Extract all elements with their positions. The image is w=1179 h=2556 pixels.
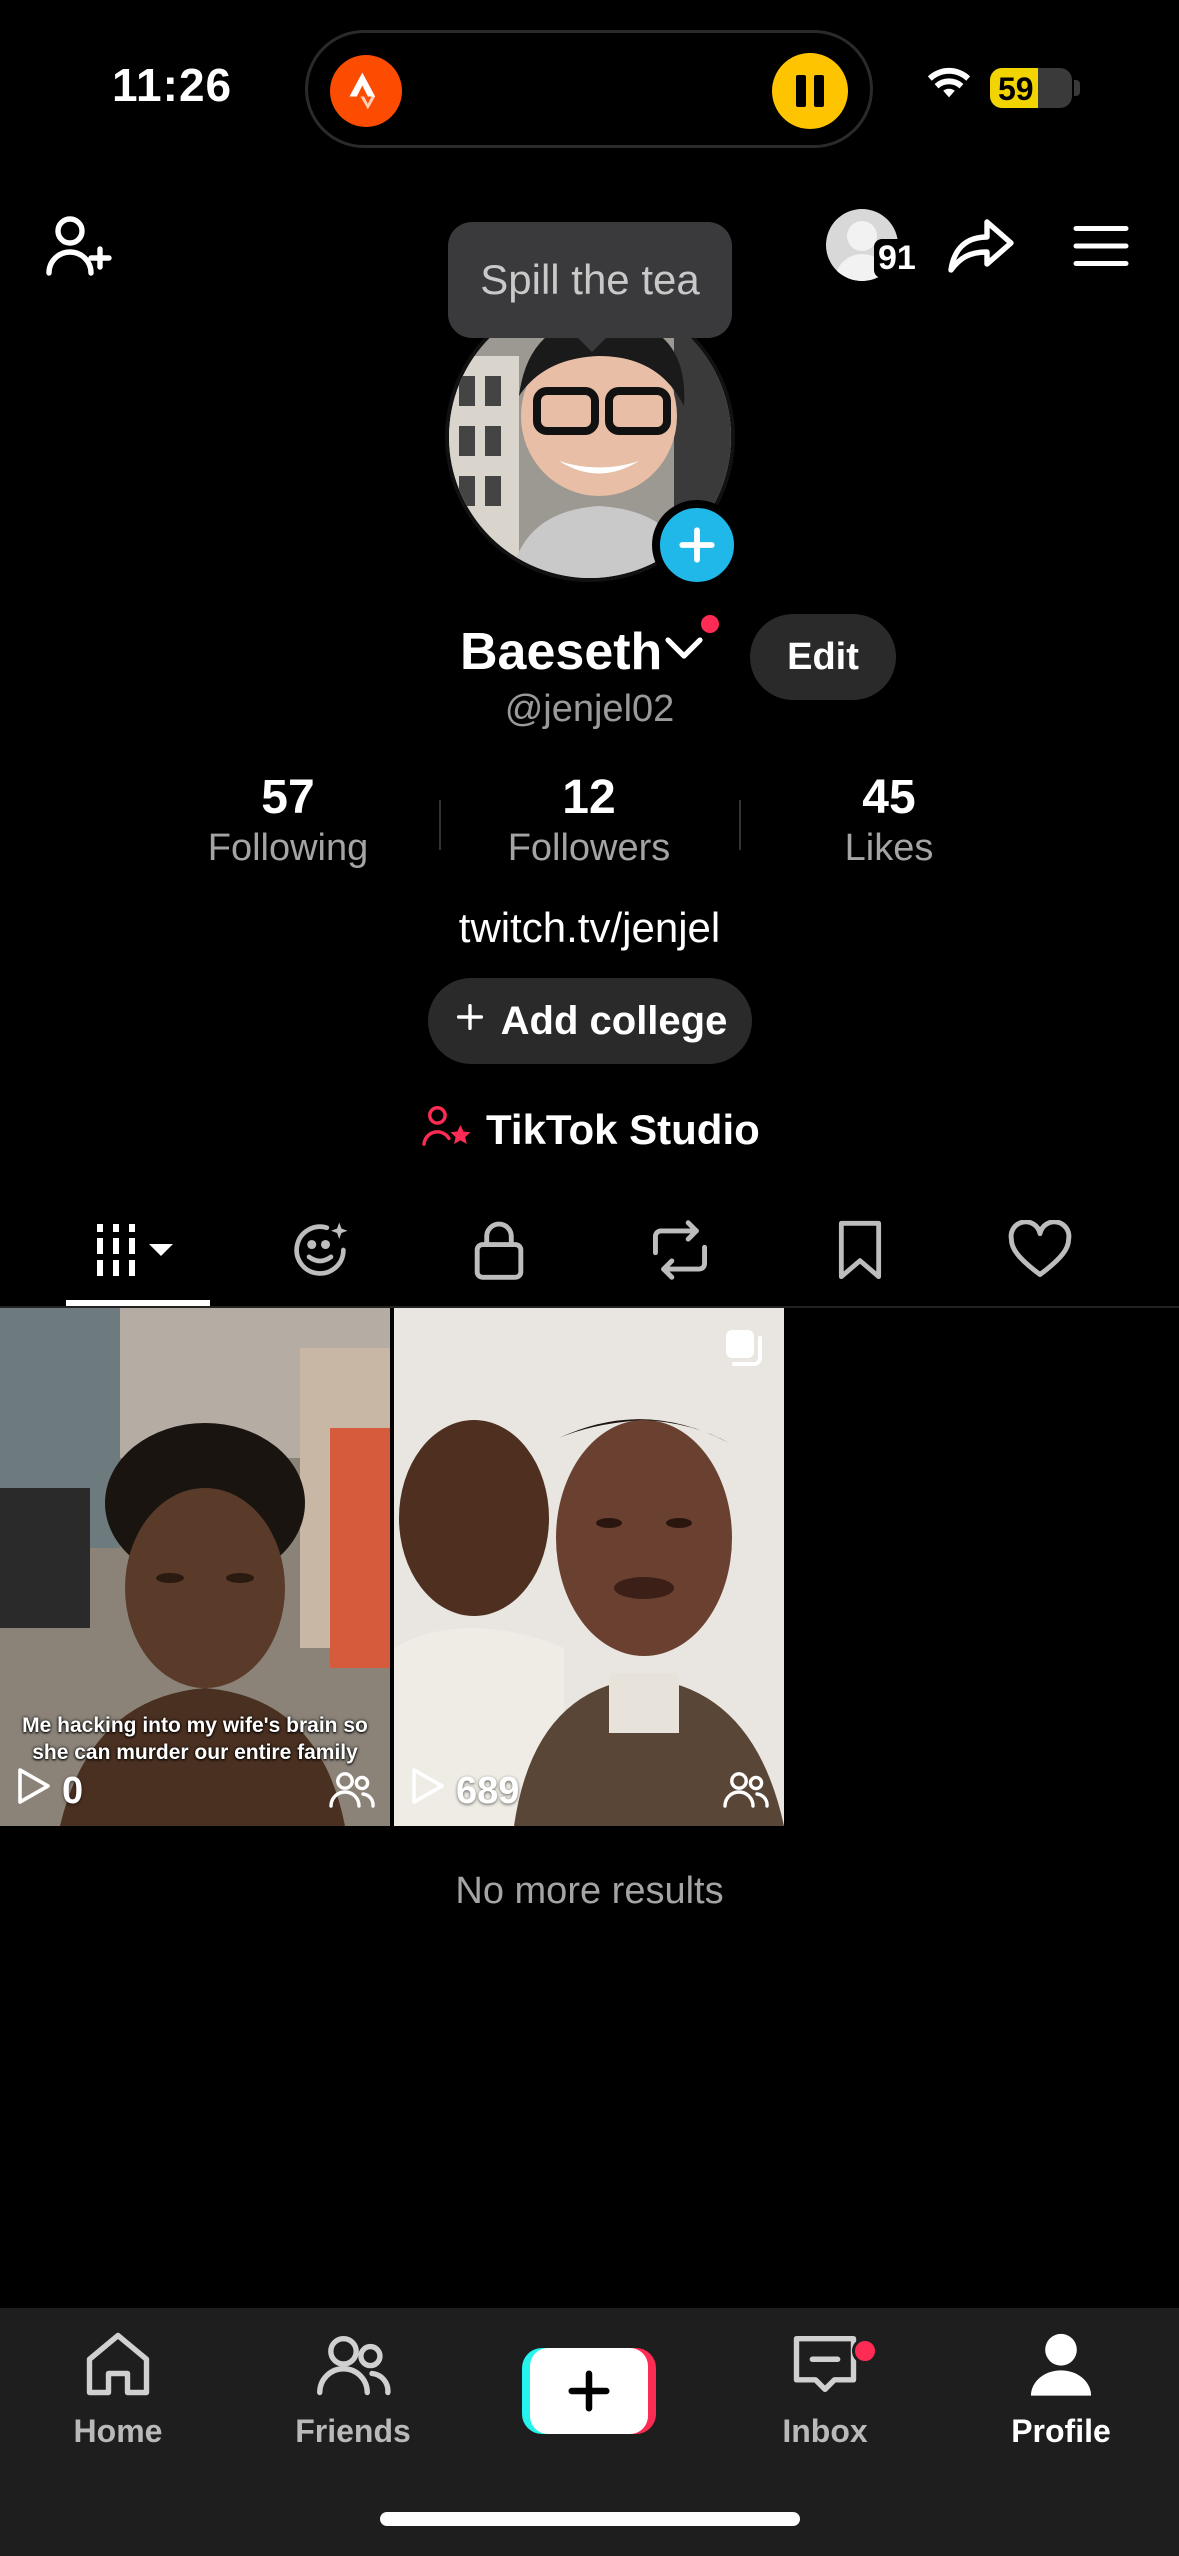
tab-liked[interactable] (950, 1196, 1130, 1308)
profile-handle: @jenjel02 (504, 688, 675, 730)
status-time: 11:26 (112, 59, 233, 111)
stat-value: 45 (862, 771, 916, 824)
profile-stats: 57 Following 12 Followers 45 Likes (0, 770, 1179, 880)
grid-icon (93, 1220, 183, 1285)
video-views: 689 (408, 1766, 519, 1816)
nav-home[interactable]: Home (18, 2326, 218, 2476)
add-college-button[interactable]: Add college (428, 978, 752, 1064)
home-icon (80, 2326, 156, 2407)
nav-label: Home (73, 2413, 163, 2449)
home-indicator[interactable] (380, 2512, 800, 2526)
video-caption: Me hacking into my wife's brain so she c… (22, 1714, 368, 1765)
hamburger-menu-icon[interactable] (1060, 205, 1142, 287)
nav-label: Inbox (782, 2413, 868, 2449)
active-tab-indicator (66, 1300, 210, 1306)
nav-inbox[interactable]: Inbox (725, 2326, 925, 2476)
create-button[interactable] (522, 2348, 656, 2434)
tab-ai-self[interactable] (230, 1196, 410, 1308)
nav-label: Profile (1011, 2413, 1111, 2449)
nav-friends[interactable]: Friends (253, 2326, 453, 2476)
profile-tabs (0, 1196, 1179, 1308)
tab-private[interactable] (409, 1196, 589, 1308)
repost-icon (647, 1219, 713, 1285)
tooltip-bubble[interactable]: Spill the tea (448, 222, 732, 338)
status-bar: 11:26 59 (0, 0, 1179, 175)
heart-icon (1007, 1218, 1073, 1285)
view-count: 0 (62, 1769, 84, 1812)
profile-icon (1023, 2326, 1099, 2407)
stat-followers[interactable]: 12 Followers (459, 770, 719, 870)
lock-icon (469, 1217, 529, 1288)
notification-dot (698, 612, 722, 636)
video-grid: Me hacking into my wife's brain so she c… (0, 1308, 1179, 1828)
bio-link[interactable]: twitch.tv/jenjel (0, 904, 1179, 952)
name-row: Baeseth Edit (0, 612, 1179, 700)
nav-label: Friends (295, 2413, 411, 2449)
profile-username[interactable]: Baeseth (460, 622, 662, 682)
battery-percent: 59 (998, 71, 1034, 107)
play-icon (14, 1766, 52, 1816)
visitors-count: 91 (874, 239, 920, 278)
strava-icon[interactable] (330, 55, 402, 127)
tiktok-studio-link[interactable]: TikTok Studio (420, 1100, 760, 1160)
stat-divider (739, 800, 741, 850)
add-college-label: Add college (500, 998, 728, 1043)
stat-value: 57 (261, 771, 315, 824)
inbox-notification-dot (852, 2338, 878, 2364)
chevron-down-icon[interactable] (664, 634, 704, 667)
person-add-icon[interactable] (38, 205, 120, 287)
friends-only-icon (328, 1769, 376, 1814)
no-more-results: No more results (455, 1870, 724, 1912)
pause-icon[interactable] (772, 53, 848, 129)
nav-profile[interactable]: Profile (961, 2326, 1161, 2476)
dynamic-island[interactable] (305, 30, 873, 148)
creator-star-icon (420, 1102, 474, 1158)
stat-label: Followers (507, 827, 671, 869)
battery-nub (1074, 80, 1080, 96)
bookmark-icon (833, 1218, 887, 1287)
inbox-icon (787, 2326, 863, 2407)
stat-label: Following (207, 827, 369, 869)
tab-reposts[interactable] (590, 1196, 770, 1308)
stat-value: 12 (562, 771, 616, 824)
tooltip-tail (574, 334, 610, 352)
friends-icon (315, 2326, 391, 2407)
smiley-sparkle-icon (287, 1217, 353, 1288)
video-thumbnail-image (394, 1308, 784, 1826)
video-thumbnail[interactable]: Me hacking into my wife's brain so she c… (0, 1308, 390, 1826)
play-icon (408, 1766, 446, 1816)
wifi-icon (926, 66, 972, 107)
battery-indicator: 59 (990, 68, 1072, 108)
stat-label: Likes (844, 827, 934, 869)
plus-icon (530, 2348, 648, 2434)
add-story-button[interactable] (652, 500, 742, 590)
multiple-posts-icon (722, 1326, 766, 1375)
view-count: 689 (456, 1769, 520, 1812)
tiktok-studio-label: TikTok Studio (486, 1106, 760, 1153)
profile-visitors-button[interactable]: 91 (822, 205, 922, 285)
stat-likes[interactable]: 45 Likes (759, 770, 1019, 870)
video-views: 0 (14, 1766, 83, 1816)
video-thumbnail[interactable]: 689 (394, 1308, 784, 1826)
friends-only-icon (722, 1769, 770, 1814)
tab-videos[interactable] (48, 1196, 228, 1308)
stat-divider (439, 800, 441, 850)
plus-icon (453, 999, 487, 1044)
tab-favorites[interactable] (770, 1196, 950, 1308)
share-icon[interactable] (940, 205, 1022, 287)
stat-following[interactable]: 57 Following (158, 770, 418, 870)
